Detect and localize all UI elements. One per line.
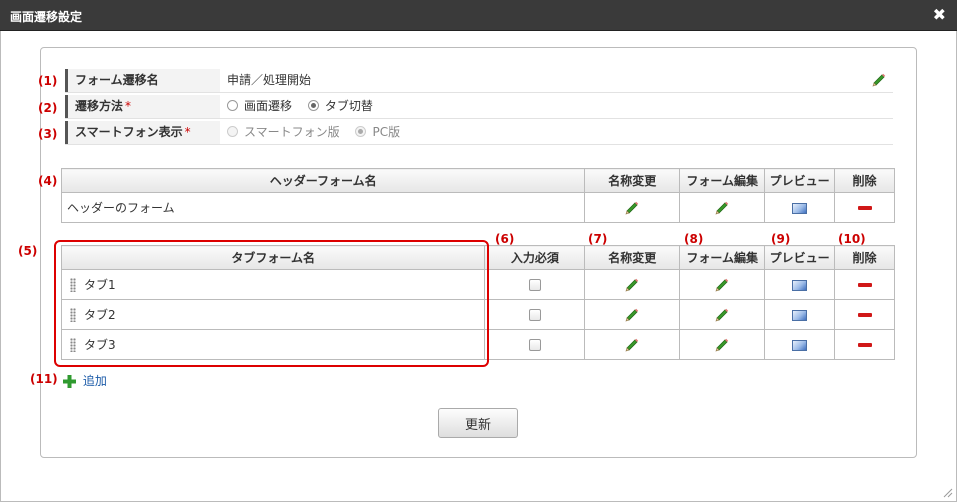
marker-7: (7): [588, 232, 608, 246]
radio-smartphone-version: スマートフォン版: [227, 125, 340, 139]
rename-cell: [584, 269, 681, 300]
required-checkbox[interactable]: [528, 309, 541, 321]
close-icon[interactable]: ✖: [933, 7, 946, 23]
pencil-icon[interactable]: [714, 200, 730, 216]
pencil-icon[interactable]: [624, 277, 640, 293]
transition-method-label: 遷移方法 *: [65, 95, 220, 118]
update-button[interactable]: 更新: [438, 408, 518, 438]
marker-8: (8): [684, 232, 704, 246]
delete-cell: [834, 299, 895, 330]
marker-2: (2): [38, 101, 58, 115]
preview-icon[interactable]: [792, 202, 808, 214]
header-form-name: ヘッダーのフォーム: [60, 192, 586, 223]
radio-checked-icon: [355, 126, 367, 137]
minus-icon[interactable]: [857, 283, 872, 287]
rename-cell: [584, 192, 681, 223]
marker-3: (3): [38, 127, 58, 141]
marker-10: (10): [838, 232, 866, 246]
header-col-delete: 削除: [834, 168, 895, 193]
header-form-table: ヘッダーフォーム名 名称変更 フォーム編集 プレビュー 削除 ヘッダーのフォーム: [60, 168, 895, 223]
pencil-icon[interactable]: [714, 277, 730, 293]
rename-cell: [584, 299, 681, 330]
radio-circle-icon[interactable]: [227, 100, 238, 111]
required-cell: [484, 299, 586, 330]
preview-icon[interactable]: [792, 279, 808, 291]
pencil-icon[interactable]: [871, 72, 887, 88]
marker-5: (5): [18, 244, 38, 258]
form-edit-cell: [679, 192, 766, 223]
form-edit-cell: [679, 329, 766, 360]
header-col-form-name: ヘッダーフォーム名: [60, 168, 586, 193]
tab-col-preview: プレビュー: [764, 245, 836, 270]
tab-name-highlight-box: [54, 240, 489, 367]
radio-checked-icon[interactable]: [307, 100, 319, 111]
required-checkbox[interactable]: [528, 279, 541, 291]
preview-cell: [764, 299, 836, 330]
smartphone-display-label: スマートフォン表示 *: [65, 121, 220, 144]
pencil-icon[interactable]: [624, 337, 640, 353]
required-cell: [484, 269, 586, 300]
delete-cell: [834, 192, 895, 223]
minus-icon[interactable]: [857, 206, 872, 210]
form-name-row: フォーム遷移名 申請／処理開始: [65, 69, 893, 93]
preview-cell: [764, 269, 836, 300]
required-cell: [484, 329, 586, 360]
form-edit-cell: [679, 299, 766, 330]
transition-method-options: 画面遷移 タブ切替: [223, 95, 385, 118]
dialog-title: 画面遷移設定: [10, 10, 83, 24]
pencil-icon[interactable]: [624, 307, 640, 323]
radio-screen-transition[interactable]: 画面遷移: [227, 99, 292, 113]
marker-11: (11): [30, 372, 58, 386]
preview-cell: [764, 192, 836, 223]
radio-pc-version: PC版: [355, 125, 400, 139]
form-edit-cell: [679, 269, 766, 300]
resize-grip-icon[interactable]: [941, 486, 953, 498]
add-label[interactable]: 追加: [83, 374, 107, 388]
transition-method-row: 遷移方法 * 画面遷移 タブ切替: [65, 95, 893, 119]
marker-1: (1): [38, 74, 58, 88]
marker-9: (9): [771, 232, 791, 246]
radio-tab-switch[interactable]: タブ切替: [307, 99, 373, 113]
smartphone-display-row: スマートフォン表示 * スマートフォン版 PC版: [65, 121, 893, 145]
pencil-icon[interactable]: [624, 200, 640, 216]
header-col-preview: プレビュー: [764, 168, 836, 193]
tab-col-delete: 削除: [834, 245, 895, 270]
marker-4: (4): [38, 174, 58, 188]
rename-cell: [584, 329, 681, 360]
minus-icon[interactable]: [857, 343, 872, 347]
delete-cell: [834, 269, 895, 300]
form-name-label: フォーム遷移名: [65, 69, 220, 92]
smartphone-display-options: スマートフォン版 PC版: [223, 121, 412, 144]
add-tab-link[interactable]: 追加: [63, 372, 107, 389]
tab-col-rename: 名称変更: [584, 245, 681, 270]
minus-icon[interactable]: [857, 313, 872, 317]
tab-col-form-edit: フォーム編集: [679, 245, 766, 270]
pencil-icon[interactable]: [714, 337, 730, 353]
header-col-rename: 名称変更: [584, 168, 681, 193]
tab-col-required: 入力必須: [484, 245, 586, 270]
required-checkbox[interactable]: [528, 339, 541, 351]
delete-cell: [834, 329, 895, 360]
header-col-form-edit: フォーム編集: [679, 168, 766, 193]
radio-circle-icon: [227, 126, 238, 137]
preview-icon[interactable]: [792, 339, 808, 351]
marker-6: (6): [495, 232, 515, 246]
preview-cell: [764, 329, 836, 360]
pencil-icon[interactable]: [714, 307, 730, 323]
table-row: ヘッダーのフォーム: [60, 192, 895, 223]
plus-icon[interactable]: [63, 375, 76, 388]
form-name-value: 申請／処理開始: [227, 73, 312, 87]
dialog-titlebar: 画面遷移設定 ✖: [0, 0, 957, 31]
preview-icon[interactable]: [792, 309, 808, 321]
